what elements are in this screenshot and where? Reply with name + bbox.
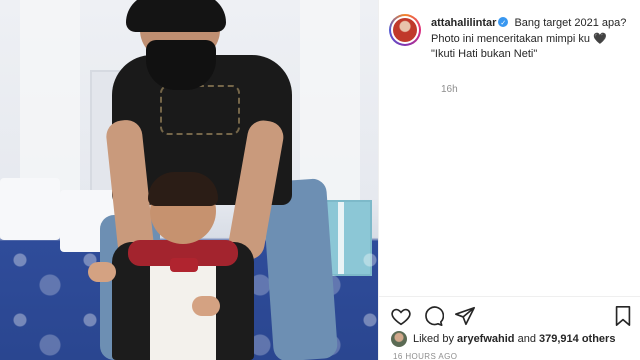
post-side-panel: attahalilintar Bang target 2021 apa? Pho…	[378, 0, 640, 360]
paper-plane-icon[interactable]	[454, 305, 476, 327]
caption-line: "Ikuti Hati bukan Neti"	[431, 48, 538, 60]
liker-username[interactable]: aryefwahid	[457, 333, 514, 345]
baby-hand	[88, 262, 116, 282]
liker-avatar[interactable]	[391, 331, 407, 347]
man-leg	[261, 177, 339, 360]
verified-badge-icon	[498, 16, 509, 31]
bookmark-icon[interactable]	[612, 305, 634, 327]
author-avatar[interactable]	[389, 14, 421, 46]
baby-hair	[148, 172, 218, 206]
face-mask	[146, 40, 216, 90]
post-timestamp[interactable]: 16 HOURS AGO	[393, 352, 457, 360]
comment-bubble-icon[interactable]	[422, 305, 445, 327]
black-heart-emoji: 🖤	[593, 32, 607, 45]
author-username[interactable]: attahalilintar	[431, 17, 496, 29]
likes-prefix: Liked by	[413, 333, 454, 345]
caption: attahalilintar Bang target 2021 apa? Pho…	[431, 16, 640, 62]
heart-outline-icon[interactable]	[390, 305, 412, 327]
likes-summary: Liked by aryefwahid and 379,914 others	[391, 328, 615, 350]
avatar-image	[393, 18, 417, 42]
man-hair	[126, 0, 226, 32]
background-table	[0, 178, 60, 240]
baby-hand	[192, 296, 220, 316]
post-photo[interactable]	[0, 0, 378, 360]
likes-conjunction: and	[517, 333, 536, 345]
caption-line: Bang target 2021 apa?	[514, 17, 627, 29]
caption-line: Photo ini menceritakan mimpi ku	[431, 33, 590, 45]
post-relative-time[interactable]: 16h	[441, 84, 458, 95]
baby-bowtie	[170, 258, 198, 272]
action-bar	[379, 296, 640, 332]
likes-count[interactable]: 379,914 others	[539, 333, 615, 345]
shirt-print	[160, 85, 240, 135]
